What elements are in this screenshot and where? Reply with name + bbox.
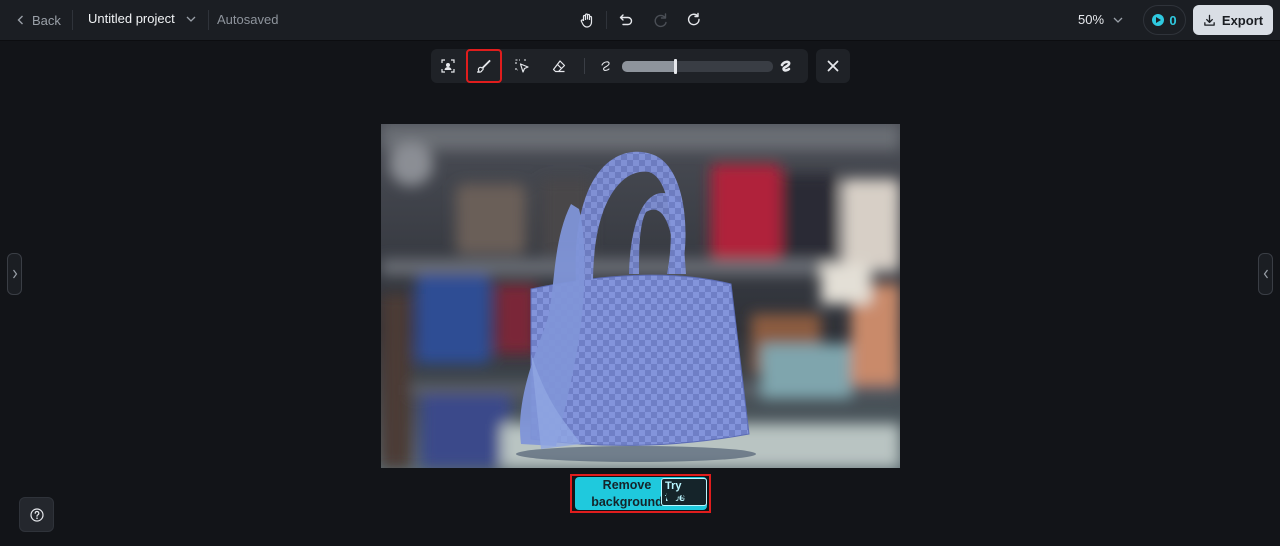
chevron-left-icon — [1263, 269, 1268, 279]
help-button[interactable] — [19, 497, 54, 532]
hand-tool-button[interactable] — [576, 9, 598, 31]
download-icon — [1204, 14, 1215, 26]
credits-icon — [1152, 14, 1165, 26]
credits-count: 0 — [1169, 12, 1177, 28]
subject-select-icon — [441, 59, 455, 73]
left-panel-toggle[interactable] — [7, 253, 22, 295]
redo-icon — [654, 13, 667, 28]
smart-select-tool[interactable] — [510, 54, 534, 78]
zoom-level: 50% — [1078, 12, 1105, 27]
chevron-left-icon — [17, 15, 23, 25]
hand-icon — [580, 13, 593, 28]
chevron-down-icon — [1113, 17, 1123, 23]
brush-toolbar — [431, 49, 808, 83]
close-button[interactable] — [816, 49, 850, 83]
refresh-button[interactable] — [683, 9, 705, 31]
brush-size-small-button[interactable] — [594, 54, 618, 78]
credits-button[interactable]: 0 — [1143, 5, 1186, 35]
zoom-dropdown[interactable]: 50% — [1078, 12, 1124, 27]
remove-background-button[interactable]: Remove background Try free 0 — [575, 477, 707, 510]
undo-icon — [619, 14, 633, 26]
eraser-icon — [552, 60, 566, 73]
brush-tool[interactable] — [466, 49, 502, 83]
chevron-right-icon — [12, 269, 17, 279]
canvas-image[interactable] — [381, 124, 900, 468]
brush-icon — [477, 59, 491, 73]
brush-size-large-button[interactable] — [774, 54, 798, 78]
project-name: Untitled project — [88, 11, 175, 26]
help-icon — [29, 507, 44, 522]
remove-background-label: Remove background — [591, 478, 663, 509]
close-icon — [827, 60, 839, 72]
chevron-down-icon — [186, 16, 196, 22]
back-button[interactable]: Back — [16, 11, 61, 29]
brush-size-small-icon — [601, 61, 610, 71]
smart-select-icon — [515, 59, 529, 73]
divider — [208, 10, 209, 30]
eraser-tool[interactable] — [547, 54, 571, 78]
credits-icon — [666, 490, 678, 502]
subject-select-tool[interactable] — [436, 54, 460, 78]
save-status: Autosaved — [217, 12, 279, 27]
undo-button[interactable] — [615, 9, 637, 31]
export-button[interactable]: Export — [1193, 5, 1273, 35]
history-controls — [576, 9, 705, 31]
credit-cost: 0 — [681, 487, 688, 501]
divider — [584, 58, 585, 74]
brush-size-handle[interactable] — [674, 59, 677, 74]
redo-button[interactable] — [649, 9, 671, 31]
divider — [72, 10, 73, 30]
back-label: Back — [32, 12, 61, 28]
right-panel-toggle[interactable] — [1258, 253, 1273, 295]
brush-size-fill — [622, 61, 675, 72]
export-label: Export — [1221, 12, 1264, 28]
top-bar: Back Untitled project Autosaved 50% 0 Ex… — [0, 0, 1280, 41]
project-name-dropdown[interactable]: Untitled project — [88, 11, 197, 26]
handbag-photo — [381, 124, 900, 468]
brush-size-large-icon — [780, 60, 791, 72]
brush-size-slider[interactable] — [622, 59, 773, 74]
refresh-icon — [687, 12, 700, 26]
